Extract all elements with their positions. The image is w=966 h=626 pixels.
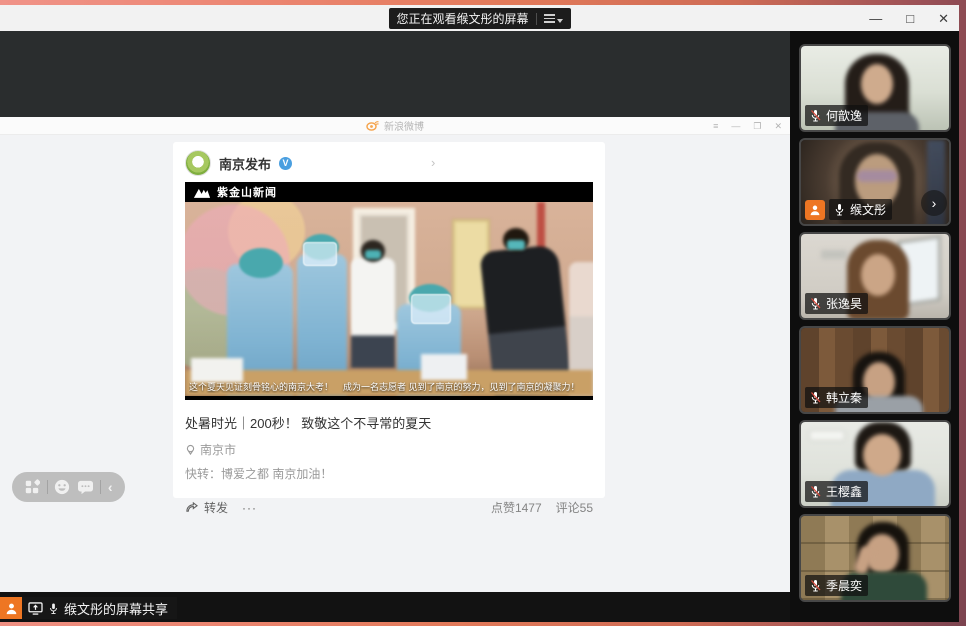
screen-share-indicator: 缑文彤的屏幕共享 [0, 597, 177, 619]
video-brand-name: 紫金山新闻 [217, 184, 277, 200]
weibo-window-controls: ≡ — ❐ ✕ [713, 117, 782, 135]
scene-box-left [191, 358, 243, 382]
weibo-app-title: 新浪微博 [384, 118, 424, 133]
weibo-restore-button[interactable]: ❐ [753, 121, 761, 132]
author-avatar[interactable] [185, 150, 211, 176]
meeting-titlebar: 您正在观看缑文彤的屏幕 — □ ✕ [0, 5, 959, 31]
participants-panel: 何歆逸 缑文彤 › [790, 31, 959, 622]
toolbar-divider-2 [100, 480, 101, 494]
participant-name: 王樱鑫 [826, 483, 862, 500]
mic-on-icon [833, 203, 846, 216]
weibo-content-area: 南京发布 V › 紫金山新闻 [0, 135, 790, 591]
weibo-post-card: 南京发布 V › 紫金山新闻 [173, 142, 605, 498]
participant-name-tag: 韩立秦 [805, 387, 868, 408]
subtitle-left: 这个夏天见证刻骨铭心的南京大考！ [189, 380, 333, 393]
participant-tile-3[interactable]: 张逸昊 [799, 232, 951, 320]
chat-bubble-icon[interactable] [77, 480, 94, 495]
participant-name-tag: 缑文彤 [829, 199, 892, 220]
maximize-button[interactable]: □ [906, 12, 914, 25]
verified-badge-icon: V [279, 157, 292, 170]
video-frame: 这个夏天见证刻骨铭心的南京大考！ 成为一名志愿者 见到了南京的努力，见到了南京的… [185, 202, 593, 396]
post-title: 处暑时光｜200秒！ 致敬这个不寻常的夏天 [173, 400, 605, 432]
likes-count[interactable]: 点赞1477 [491, 499, 542, 516]
participant-name: 张逸昊 [826, 295, 862, 312]
hamburger-icon [544, 14, 555, 23]
host-badge-icon [0, 597, 22, 619]
mic-muted-icon [809, 485, 822, 498]
scene-man-white-mask [365, 250, 381, 259]
post-topic[interactable]: 快转：博爱之都 南京加油！ [173, 458, 605, 482]
participant-tile-4[interactable]: 韩立秦 [799, 326, 951, 414]
expand-panel-button[interactable]: › [921, 190, 947, 216]
participant-name-tag: 张逸昊 [805, 293, 868, 314]
participant-name: 缑文彤 [850, 201, 886, 218]
participant-name: 韩立秦 [826, 389, 862, 406]
share-indicator-text: 缑文彤的屏幕共享 [64, 599, 168, 618]
comments-count[interactable]: 评论55 [556, 499, 593, 516]
banner-menu-icon[interactable] [544, 14, 563, 23]
collapse-toolbar-chevron[interactable]: ‹ [108, 480, 113, 494]
repost-arrow-icon [185, 502, 198, 514]
weibo-client-window: 新浪微博 ≡ — ❐ ✕ 南京发布 [0, 117, 790, 592]
participant-name-tag: 王樱鑫 [805, 481, 868, 502]
scene-medic-2-faceshield [303, 242, 337, 266]
location-pin-icon [185, 444, 196, 455]
author-name[interactable]: 南京发布 [219, 154, 271, 173]
post-video-player[interactable]: 紫金山新闻 [185, 182, 593, 400]
weibo-titlebar: 新浪微博 ≡ — ❐ ✕ [0, 117, 790, 135]
repost-button[interactable]: 转发 [185, 499, 228, 516]
scene-medic-3-faceshield [411, 294, 451, 324]
post-header-chevron-icon[interactable]: › [431, 155, 435, 170]
participant-name-tag: 季晨奕 [805, 575, 868, 596]
mic-muted-icon [809, 391, 822, 404]
mic-muted-icon [809, 109, 822, 122]
weibo-logo-icon [366, 120, 379, 131]
watching-banner[interactable]: 您正在观看缑文彤的屏幕 [388, 8, 570, 29]
window-controls: — □ ✕ [869, 5, 949, 31]
participant-tile-6[interactable]: 季晨奕 [799, 514, 951, 602]
weibo-minimize-button[interactable]: — [731, 121, 740, 131]
mic-muted-icon [809, 297, 822, 310]
participant-tile-5[interactable]: 王樱鑫 [799, 420, 951, 508]
post-location-text: 南京市 [200, 441, 236, 458]
sharer-badge-icon [805, 200, 825, 220]
banner-divider [536, 13, 537, 25]
floating-toolbar: ‹ [12, 472, 125, 502]
post-location[interactable]: 南京市 [173, 432, 605, 458]
caret-down-icon [557, 19, 563, 23]
participant-tile-2[interactable]: 缑文彤 › [799, 138, 951, 226]
desktop-wallpaper: 您正在观看缑文彤的屏幕 — □ ✕ [0, 0, 966, 626]
close-button[interactable]: ✕ [938, 12, 949, 25]
post-action-bar: 转发 ··· 点赞1477 评论55 [173, 491, 605, 524]
video-letterbox [185, 396, 593, 400]
shared-screen-stage: 新浪微博 ≡ — ❐ ✕ 南京发布 [0, 31, 790, 622]
participant-name: 何歆逸 [826, 107, 862, 124]
video-subtitles: 这个夏天见证刻骨铭心的南京大考！ 成为一名志愿者 见到了南京的努力，见到了南京的… [189, 380, 591, 393]
emoji-icon[interactable] [54, 479, 70, 495]
video-brand-bar: 紫金山新闻 [185, 182, 593, 202]
minimize-button[interactable]: — [869, 12, 882, 25]
post-header: 南京发布 V › [173, 142, 605, 182]
scene-man-black-mask [507, 240, 525, 250]
more-actions-button[interactable]: ··· [242, 501, 257, 515]
mic-muted-icon [809, 579, 822, 592]
scene-medic-1-cap [239, 248, 283, 278]
participant-tile-1[interactable]: 何歆逸 [799, 44, 951, 132]
participant-name: 季晨奕 [826, 577, 862, 594]
zijinshan-logo-icon [193, 186, 211, 199]
repost-label: 转发 [204, 499, 228, 516]
toolbar-divider [47, 480, 48, 494]
watching-banner-text: 您正在观看缑文彤的屏幕 [396, 10, 528, 27]
participant-name-tag: 何歆逸 [805, 105, 868, 126]
mic-on-icon [48, 602, 59, 615]
weibo-close-button[interactable]: ✕ [774, 121, 782, 132]
meeting-window: 您正在观看缑文彤的屏幕 — □ ✕ [0, 5, 959, 622]
scene-box-right [421, 354, 467, 380]
weibo-settings-button[interactable]: ≡ [713, 121, 718, 131]
apps-grid-icon[interactable] [24, 479, 40, 495]
screen-share-icon [28, 602, 43, 615]
scene-man-white-shirt [351, 258, 395, 368]
subtitle-right: 成为一名志愿者 见到了南京的努力，见到了南京的凝聚力！ [343, 380, 580, 393]
